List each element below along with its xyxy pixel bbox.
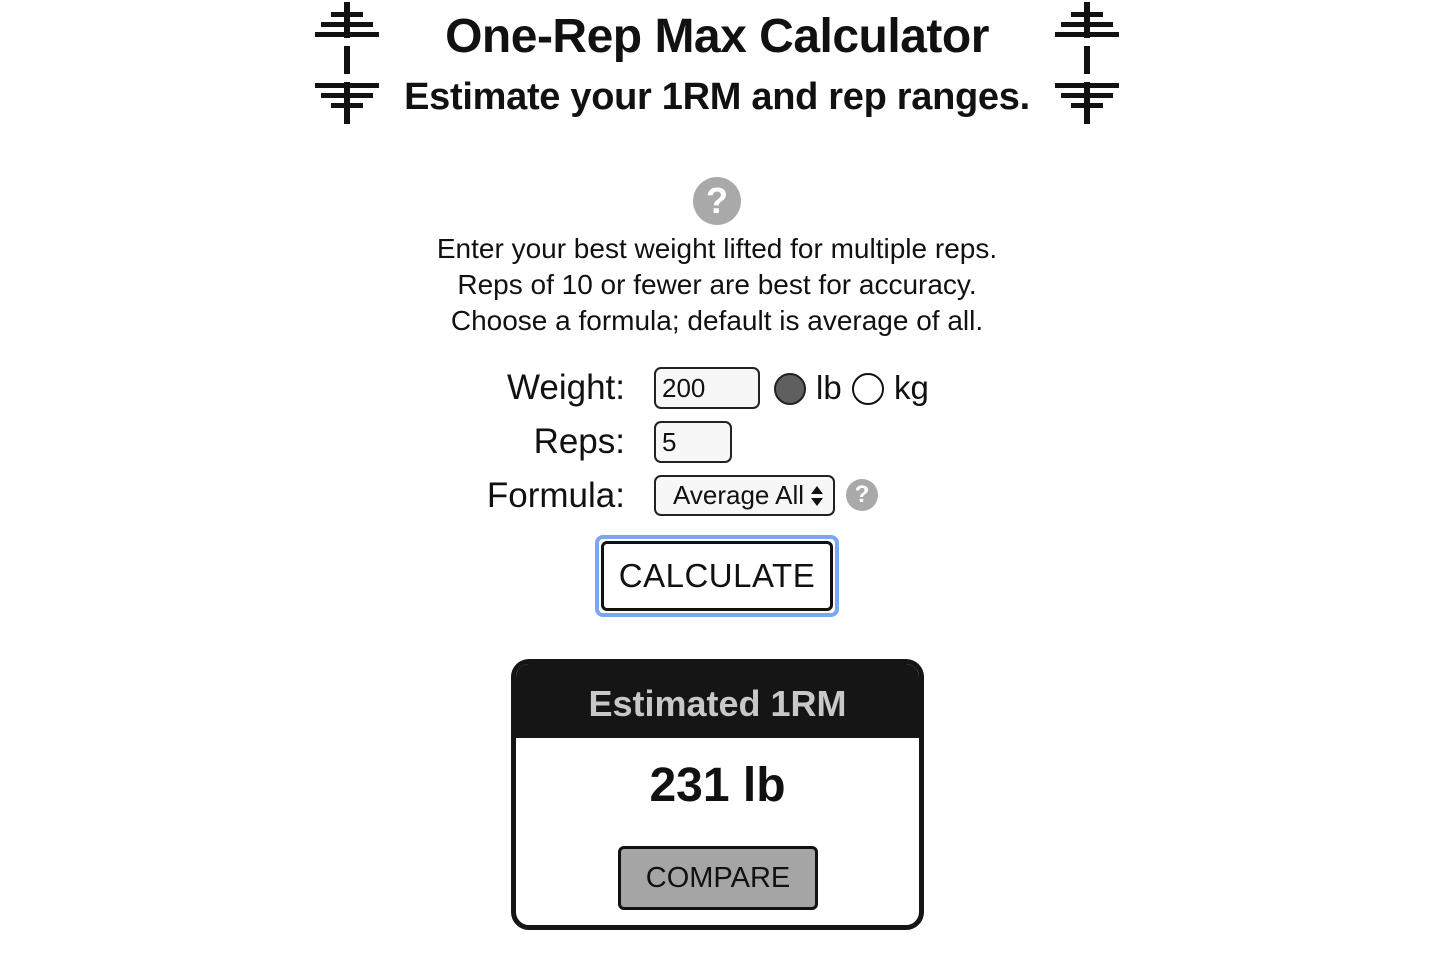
instructions: Enter your best weight lifted for multip… bbox=[300, 231, 1134, 339]
barbell-icon bbox=[1055, 2, 1119, 124]
page-subtitle: Estimate your 1RM and rep ranges. bbox=[404, 76, 1030, 118]
result-panel: Estimated 1RM 231 lb COMPARE bbox=[511, 659, 924, 930]
unit-radio-lb[interactable] bbox=[774, 373, 806, 405]
unit-radio-kg[interactable] bbox=[852, 373, 884, 405]
weight-input[interactable] bbox=[654, 367, 760, 409]
reps-label: Reps: bbox=[533, 422, 625, 461]
compare-button[interactable]: COMPARE bbox=[618, 846, 818, 910]
formula-help-icon[interactable]: ? bbox=[846, 479, 878, 511]
instruction-line: Enter your best weight lifted for multip… bbox=[436, 233, 998, 264]
formula-selected-value: Average All bbox=[673, 480, 805, 510]
calculate-button[interactable]: CALCULATE bbox=[601, 541, 833, 611]
unit-label-lb: lb bbox=[816, 369, 842, 406]
question-circle-icon[interactable]: ? bbox=[693, 177, 741, 225]
formula-select[interactable]: Average All bbox=[654, 475, 835, 516]
weight-label: Weight: bbox=[506, 368, 625, 407]
reps-input[interactable] bbox=[654, 421, 732, 463]
select-arrows-icon bbox=[811, 486, 823, 506]
formula-label: Formula: bbox=[486, 476, 625, 515]
unit-label-kg: kg bbox=[894, 369, 929, 406]
page-title: One-Rep Max Calculator bbox=[445, 10, 989, 63]
instruction-line: Reps of 10 or fewer are best for accurac… bbox=[457, 269, 977, 300]
result-header: Estimated 1RM bbox=[516, 664, 919, 738]
result-value: 231 lb bbox=[649, 759, 786, 812]
instruction-line: Choose a formula; default is average of … bbox=[450, 305, 984, 336]
